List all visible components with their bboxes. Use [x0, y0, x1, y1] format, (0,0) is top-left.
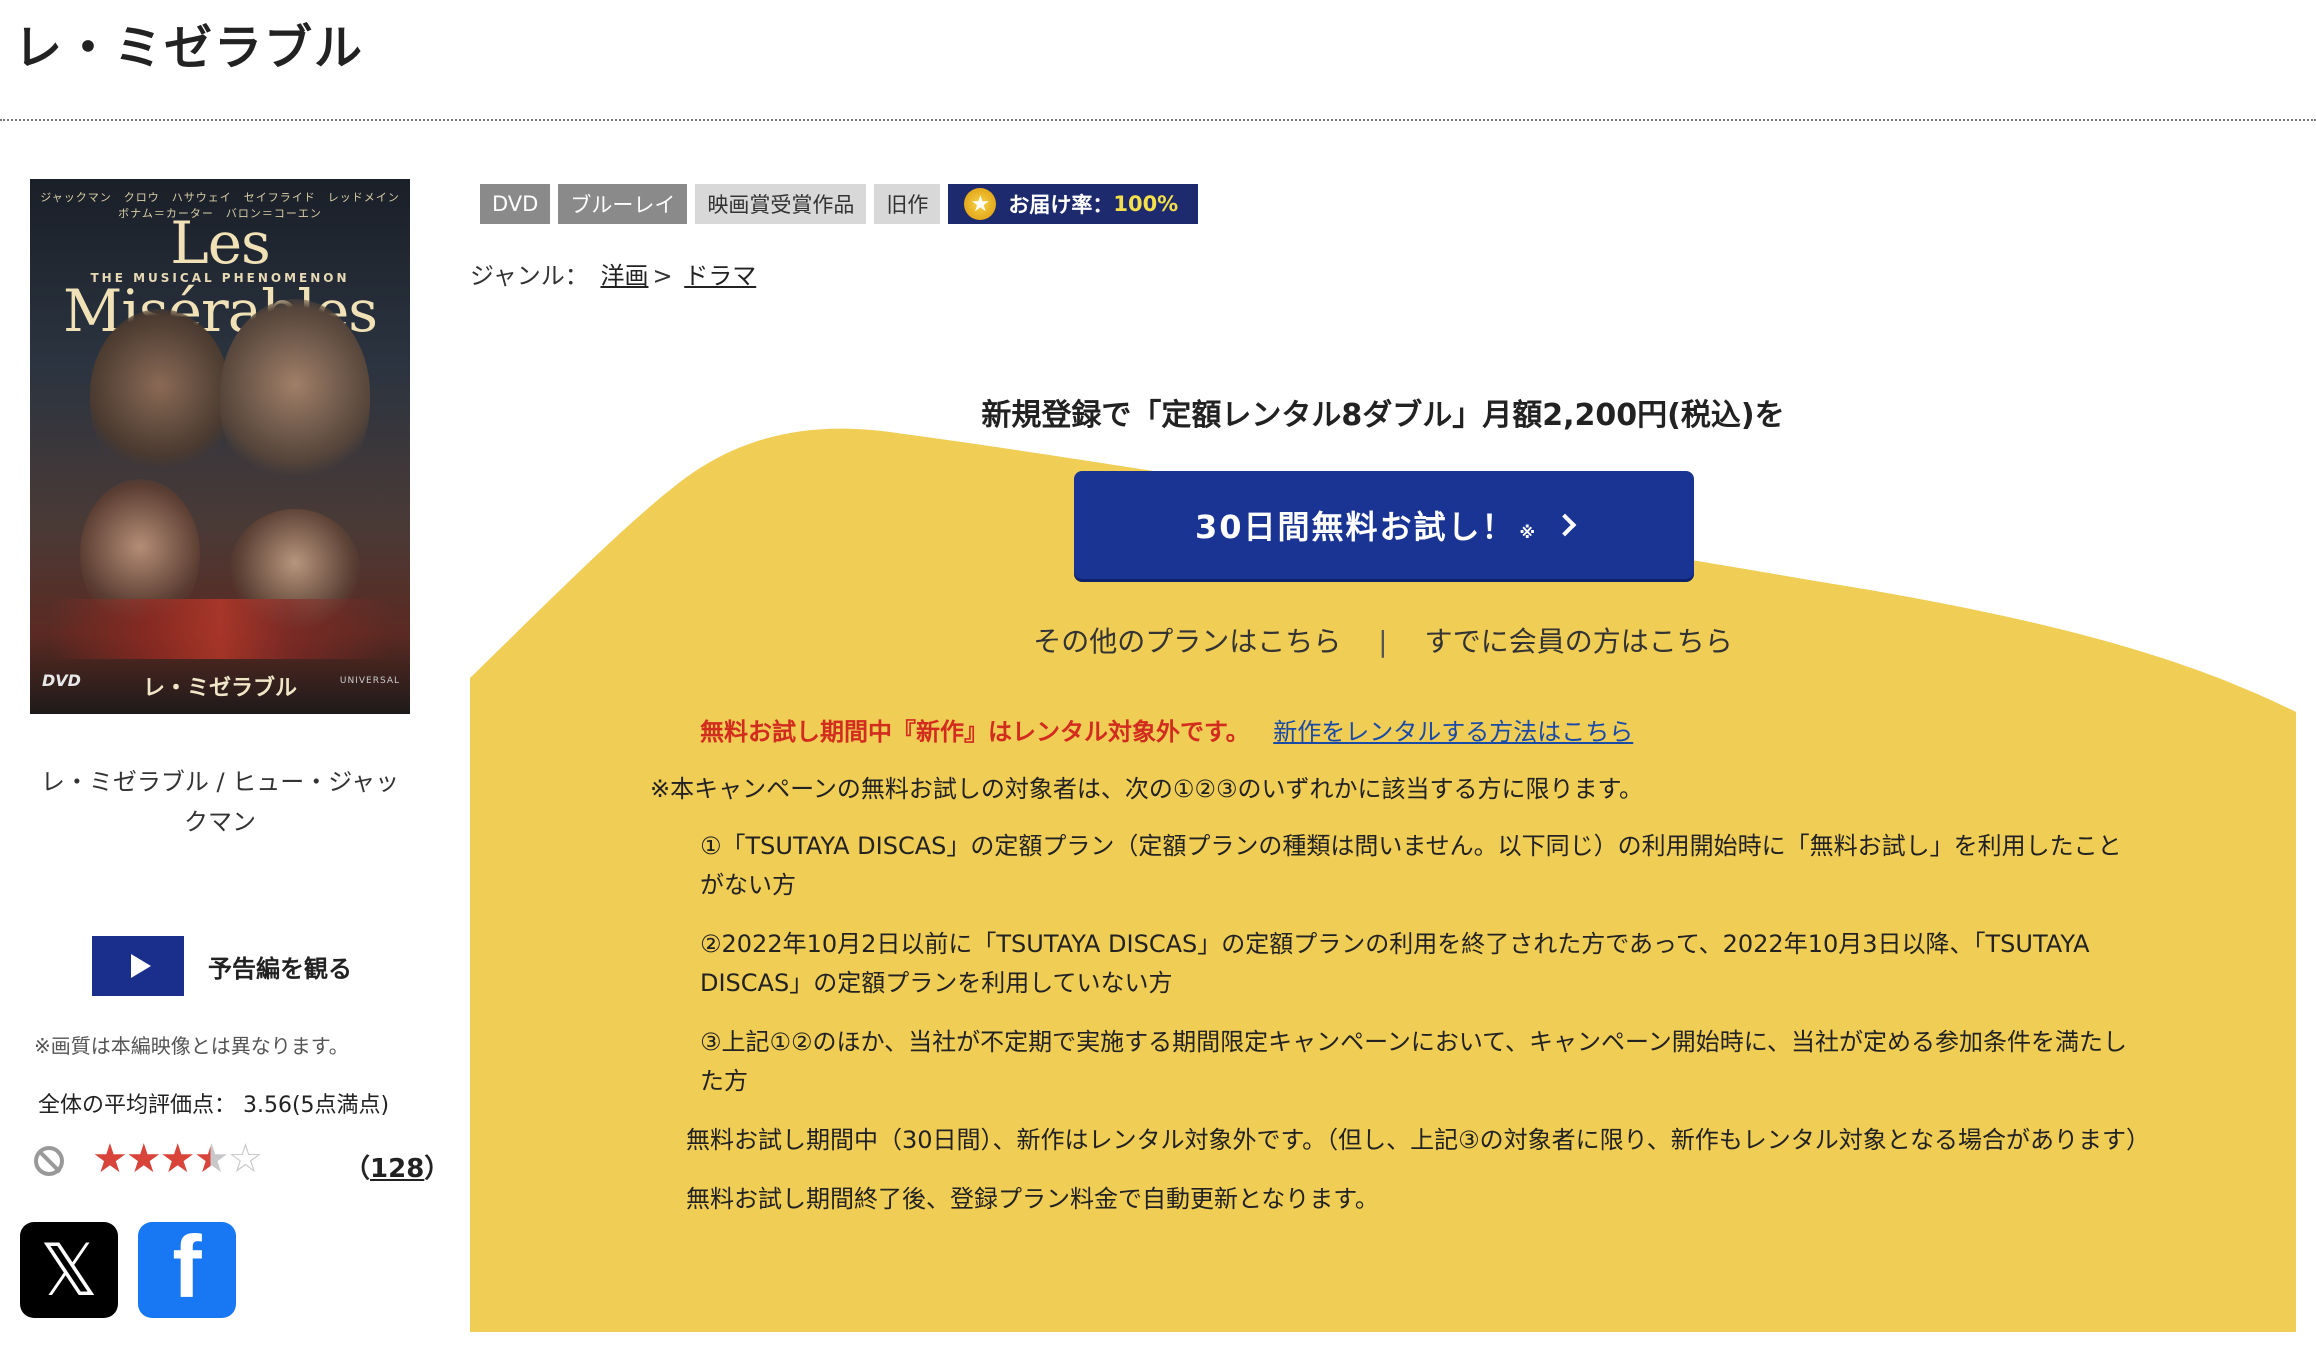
star-medal-icon: ★ [964, 188, 997, 220]
notes-lead: ※本キャンペーンの無料お試しの対象者は、次の①②③のいずれかに該当する方に限りま… [650, 775, 1644, 803]
movie-caption: レ・ミゼラブル / ヒュー・ジャックマン [40, 768, 400, 836]
x-logo-icon: 𝕏 [39, 1228, 98, 1312]
title-divider [0, 119, 2316, 121]
promo-heading: 新規登録で「定額レンタル8ダブル」月額2,200円(税込)を [981, 398, 1785, 433]
free-trial-note-mark: ※ [1519, 522, 1538, 542]
facebook-share-button[interactable]: f [138, 1222, 236, 1318]
poster-flag [50, 599, 390, 659]
poster-figure [220, 299, 370, 489]
star-half-icon: ★ [193, 1136, 230, 1182]
notes-item: ①「TSUTAYA DISCAS」の定額プラン（定額プランの種類は問いません。以… [700, 832, 2122, 899]
star-icon: ★ [92, 1136, 128, 1182]
free-trial-button[interactable]: 30日間無料お試し！ ※ [1074, 471, 1694, 579]
notes-trial-period: 無料お試し期間中（30日間）、新作はレンタル対象外です。（但し、上記③の対象者に… [686, 1126, 2150, 1154]
review-count[interactable]: （128） [344, 1148, 450, 1185]
page-title: レ・ミゼラブル [14, 20, 365, 76]
facebook-logo-icon: f [172, 1222, 202, 1316]
delivery-rate-value: 100% [1113, 192, 1179, 216]
tag-dvd: DVD [480, 184, 551, 224]
star-icon: ★ [125, 1136, 162, 1182]
other-plans-link[interactable]: その他のプランはこちら [1033, 625, 1341, 658]
chevron-right-icon [1553, 513, 1577, 537]
tag-old-release: 旧作 [874, 184, 941, 224]
new-release-howto-link[interactable]: 新作をレンタルする方法はこちら [1273, 718, 1633, 746]
genre-label: ジャンル： [470, 262, 589, 290]
delivery-rate-label: お届け率： [1008, 193, 1114, 217]
star-icon: ★ [159, 1136, 196, 1182]
review-paren-close: ） [424, 1154, 451, 1184]
genre-link-drama[interactable]: ドラマ [684, 262, 756, 290]
average-rating: 全体の平均評価点： 3.56(5点満点) [38, 1093, 390, 1118]
members-link[interactable]: すでに会員の方はこちら [1424, 625, 1732, 658]
free-trial-label[interactable]: 30日間無料お試し！ [1195, 502, 1516, 548]
play-icon[interactable] [92, 936, 184, 996]
trailer-button[interactable]: 予告編を観る [92, 936, 352, 996]
tag-bluray: ブルーレイ [558, 184, 688, 224]
campaign-notes: ※本キャンペーンの無料お試しの対象者は、次の①②③のいずれかに該当する方に限りま… [650, 770, 2150, 1239]
tag-award: 映画賞受賞作品 [695, 184, 867, 224]
tag-list: DVD ブルーレイ 映画賞受賞作品 旧作 ★ お届け率： 100% [480, 184, 1199, 224]
genre-link-western[interactable]: 洋画 [600, 262, 648, 290]
poster-title-jp: レ・ミゼラブル [142, 676, 297, 701]
star-rating: ★★★★☆ [92, 1136, 263, 1182]
notes-auto-renew: 無料お試し期間終了後、登録プラン料金で自動更新となります。 [686, 1185, 1379, 1213]
review-paren-open: （ [344, 1154, 371, 1184]
delivery-rate-badge: ★ お届け率： 100% [948, 184, 1199, 224]
link-divider: | [1378, 625, 1388, 658]
poster-figure [90, 309, 230, 479]
not-interested-icon[interactable] [34, 1146, 64, 1176]
genre-separator: > [652, 262, 673, 290]
notes-item: ③上記①②のほか、当社が不定期で実施する期間限定キャンペーンにおいて、キャンペー… [700, 1028, 2128, 1095]
star-empty-icon: ☆ [227, 1136, 263, 1182]
poster-subtitle-en: THE MUSICAL PHENOMENON [90, 271, 350, 285]
quality-note: ※画質は本編映像とは異なります。 [34, 1034, 349, 1058]
genre-breadcrumb: ジャンル： 洋画 > ドラマ [470, 256, 760, 291]
new-release-warning: 無料お試し期間中『新作』はレンタル対象外です。 新作をレンタルする方法はこちら [700, 712, 1633, 747]
warning-text: 無料お試し期間中『新作』はレンタル対象外です。 [700, 718, 1250, 746]
plan-links: その他のプランはこちら | すでに会員の方はこちら [470, 620, 2296, 660]
review-count-link[interactable]: 128 [370, 1154, 424, 1184]
movie-poster[interactable]: ジャックマン クロウ ハサウェイ セイフライド レッドメイン ボナム＝カーター … [30, 179, 410, 714]
x-share-button[interactable]: 𝕏 [20, 1222, 118, 1318]
notes-item: ②2022年10月2日以前に「TSUTAYA DISCAS」の定額プランの利用を… [700, 930, 2090, 997]
trailer-label[interactable]: 予告編を観る [208, 949, 352, 984]
